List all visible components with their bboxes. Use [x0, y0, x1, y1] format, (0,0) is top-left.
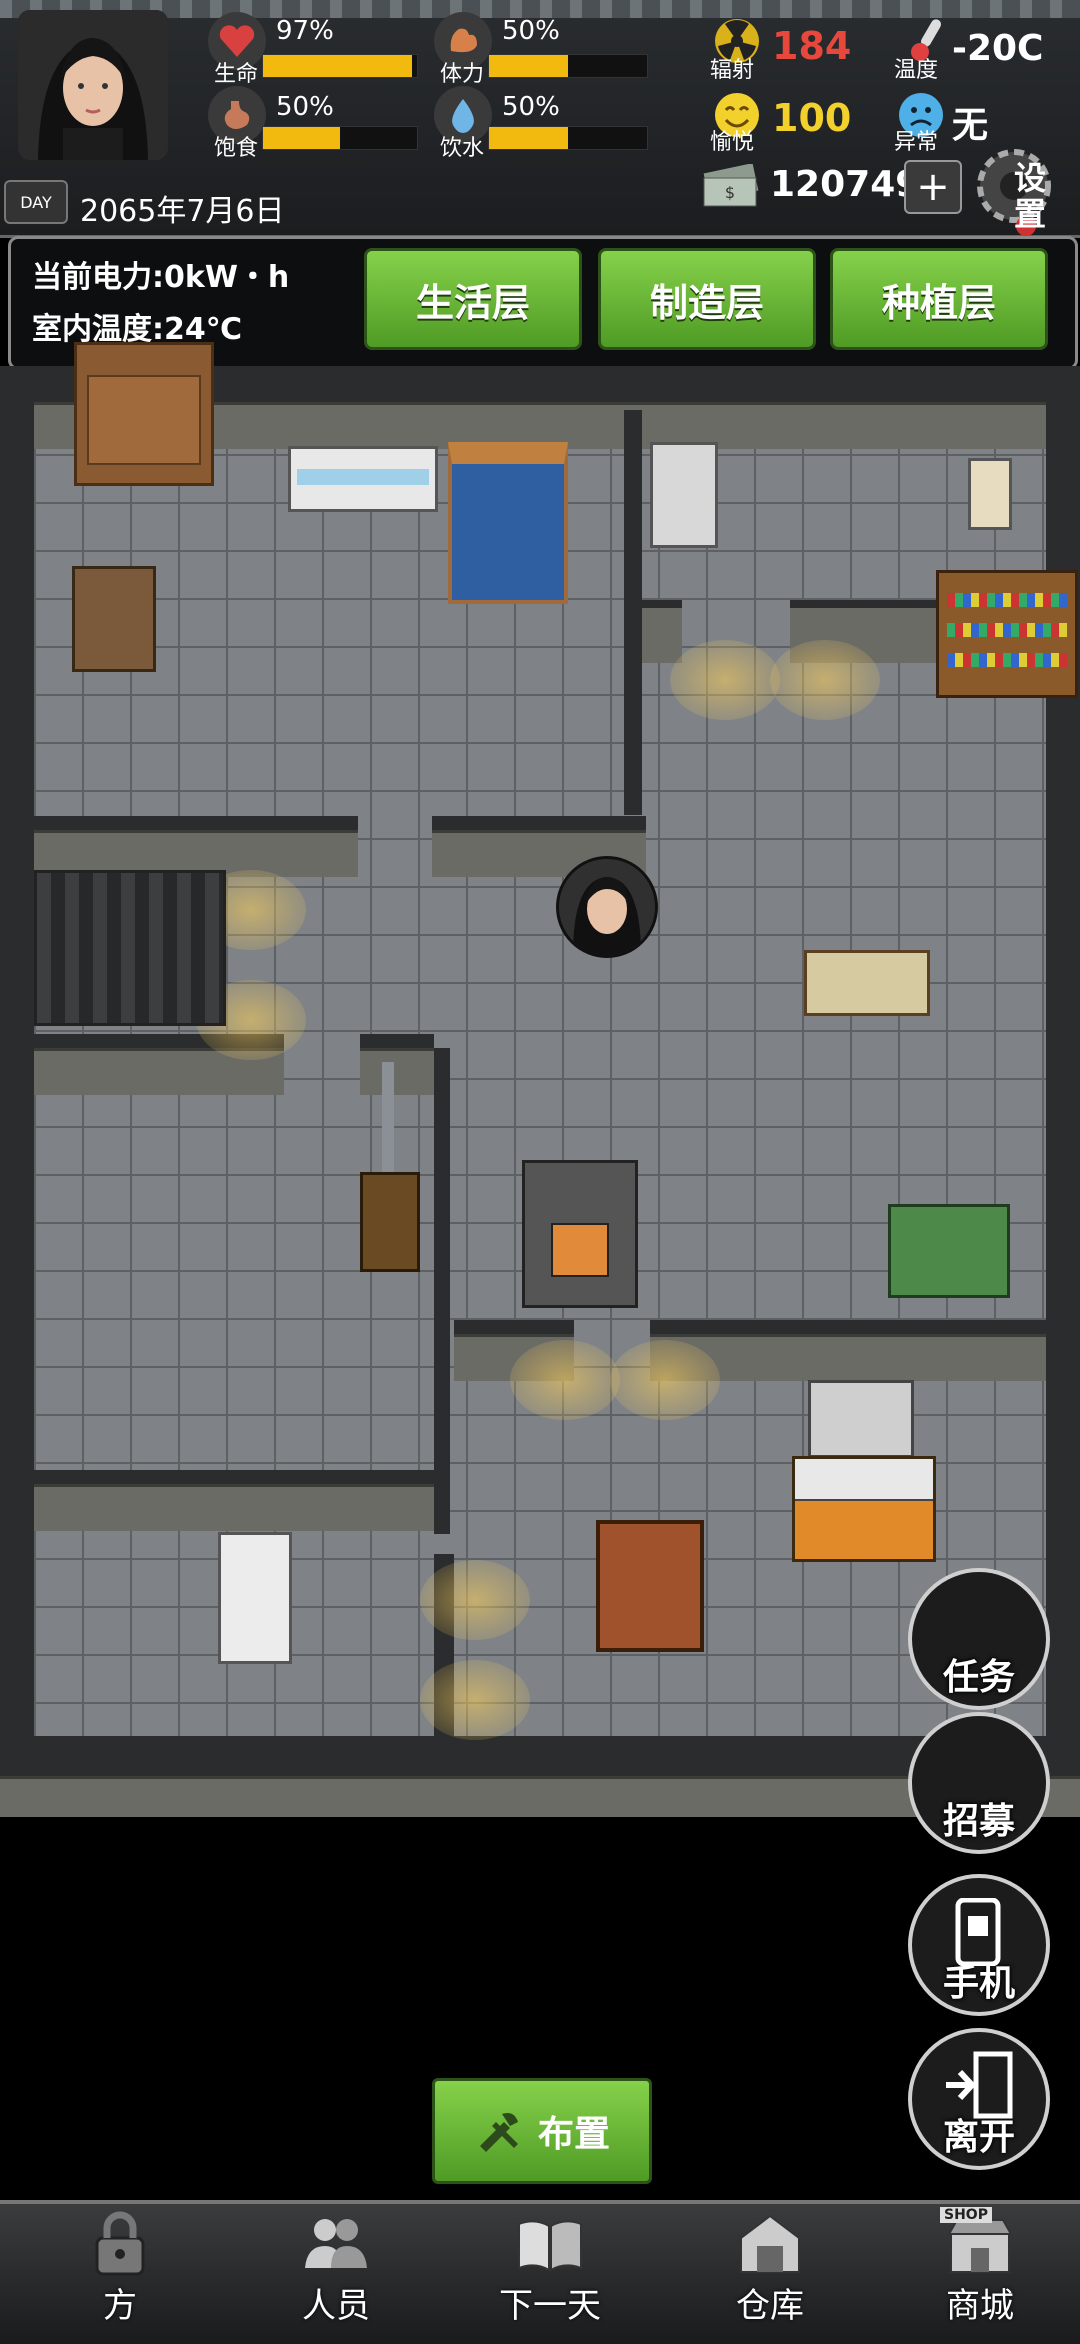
abnormal-label: 异常 — [894, 130, 939, 155]
survivor-avatar — [559, 859, 655, 955]
interior-wall — [360, 1034, 434, 1048]
nav-locked-item[interactable]: 方 — [20, 2205, 220, 2335]
layer-tab-crafting[interactable]: 制造层 — [598, 248, 816, 350]
range-hood[interactable] — [808, 1380, 914, 1458]
health-bar — [262, 54, 418, 78]
exit-door-icon — [946, 2051, 1013, 2119]
interior-wall — [34, 816, 358, 830]
interior-wall — [34, 1470, 434, 1484]
player-portrait[interactable] — [18, 10, 168, 160]
thirst-percent: 50% — [502, 92, 560, 122]
wardrobe[interactable] — [74, 342, 214, 486]
health-percent: 97% — [276, 16, 334, 46]
power-text: 当前电力:0kW・h — [32, 260, 290, 295]
leave-button[interactable]: 离开 — [908, 2028, 1050, 2170]
nav-shop[interactable]: SHOP 商城 — [880, 2205, 1080, 2335]
quest-label: 任务 — [942, 1657, 1015, 1698]
add-money-button[interactable]: + — [904, 160, 962, 214]
interior-wall — [434, 1048, 450, 1534]
calendar-icon: DAY — [4, 180, 68, 224]
stamina-percent: 50% — [502, 16, 560, 46]
cash-icon: $ — [700, 163, 762, 210]
radiation-label: 辐射 — [710, 58, 755, 83]
cutting-station[interactable] — [360, 1062, 420, 1272]
settings-button[interactable]: 设置 — [970, 142, 1070, 242]
ceiling-light — [670, 640, 780, 720]
nav-locked-label: 方 — [103, 2286, 137, 2326]
workbench-machine[interactable] — [522, 1160, 638, 1308]
day-badge: DAY — [20, 192, 52, 212]
ceiling-light — [420, 1660, 530, 1740]
phone-button[interactable]: 手机 — [908, 1874, 1050, 2016]
nav-next-day[interactable]: 下一天 — [450, 2205, 650, 2335]
nav-warehouse-label: 仓库 — [736, 2286, 804, 2326]
interior-wall — [650, 1320, 1046, 1334]
abnormal-value: 无 — [952, 105, 989, 146]
stamina-bar — [488, 54, 648, 78]
stove[interactable] — [792, 1456, 936, 1562]
temperature-label: 温度 — [894, 58, 939, 83]
thirst-bar — [488, 126, 648, 150]
wall-face — [34, 1484, 434, 1531]
generator[interactable] — [34, 870, 226, 1026]
bench[interactable] — [804, 950, 930, 1016]
warehouse-icon — [740, 2214, 800, 2273]
temperature-value: -20C — [952, 28, 1044, 69]
thirst-label: 饮水 — [440, 136, 485, 161]
phone-icon — [955, 1898, 1001, 1966]
joy-label: 愉悦 — [710, 130, 755, 155]
interior-wall — [624, 410, 642, 815]
place-label: 布置 — [537, 2114, 610, 2155]
nav-members-label: 人员 — [302, 2286, 370, 2326]
ceiling-light — [610, 1340, 720, 1420]
joy-value: 100 — [772, 96, 852, 140]
hunger-label: 饱食 — [214, 136, 259, 161]
quest-button[interactable]: 任务 — [908, 1568, 1050, 1710]
survivor-token[interactable] — [556, 856, 658, 958]
tools-icon — [479, 2113, 518, 2152]
nav-next-day-label: 下一天 — [499, 2286, 601, 2326]
ceiling-light — [510, 1340, 620, 1420]
outer-wall-left — [0, 366, 34, 1814]
nav-members[interactable]: 人员 — [236, 2205, 436, 2335]
layer-tab-living[interactable]: 生活层 — [364, 248, 582, 350]
green-sofa[interactable] — [888, 1204, 1010, 1298]
water-purifier[interactable] — [650, 442, 718, 548]
window — [288, 446, 438, 512]
desk[interactable] — [72, 566, 156, 672]
people-icon — [305, 2219, 367, 2268]
date-text: 2065年7月6日 — [80, 194, 285, 229]
ceiling-light — [420, 1560, 530, 1640]
ceiling-light — [770, 640, 880, 720]
radiation-value: 184 — [772, 24, 852, 68]
toilet[interactable] — [968, 458, 1012, 530]
svg-text:$: $ — [725, 183, 735, 202]
nav-warehouse[interactable]: 仓库 — [670, 2205, 870, 2335]
nav-shop-label: 商城 — [946, 2286, 1014, 2326]
layer-tab-planting[interactable]: 种植层 — [830, 248, 1048, 350]
place-furniture-button[interactable]: 布置 — [432, 2078, 652, 2184]
health-label: 生命 — [214, 62, 259, 87]
outer-wall-bottom — [34, 1736, 1046, 1776]
shop-sign: SHOP — [940, 2207, 992, 2223]
interior-wall — [454, 1320, 574, 1334]
interior-wall — [642, 600, 682, 608]
recruit-button[interactable]: 招募 — [908, 1712, 1050, 1854]
lock-icon — [95, 2211, 145, 2276]
dining-table[interactable] — [596, 1520, 704, 1652]
stamina-label: 体力 — [440, 62, 485, 87]
wall-face — [642, 604, 682, 663]
settings-label: 设置 — [1014, 159, 1047, 233]
hunger-percent: 50% — [276, 92, 334, 122]
interior-wall — [432, 816, 646, 830]
bookshelf[interactable] — [936, 570, 1078, 698]
recruit-label: 招募 — [942, 1801, 1015, 1842]
book-icon — [518, 2220, 582, 2272]
sink[interactable] — [218, 1532, 292, 1664]
bed[interactable] — [448, 442, 568, 604]
money-value: 120749 — [770, 164, 921, 205]
hunger-bar — [262, 126, 418, 150]
